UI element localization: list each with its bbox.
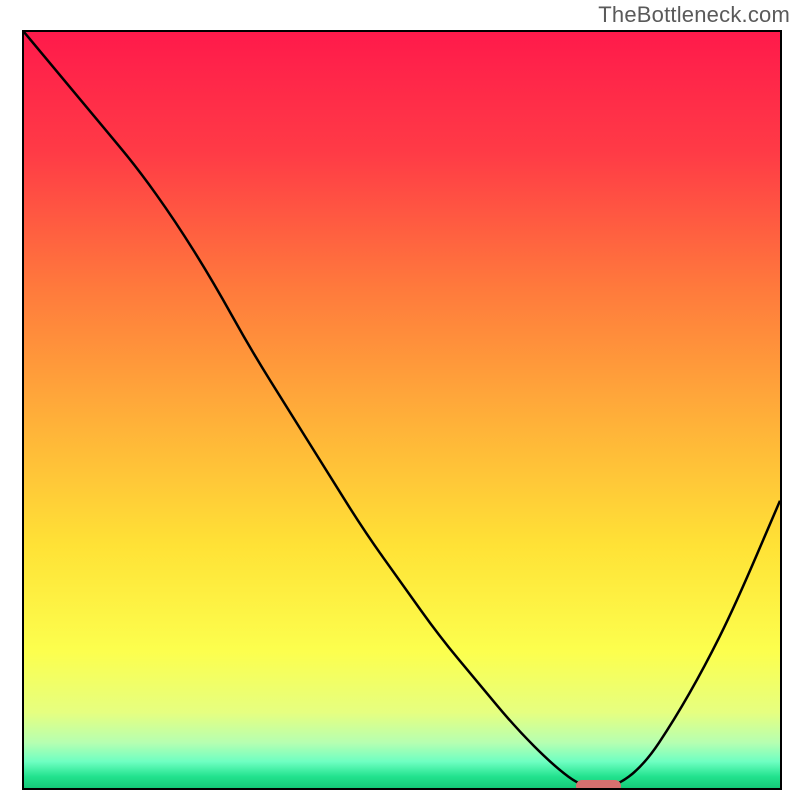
optimum-marker (576, 780, 621, 790)
plot-area (22, 30, 782, 790)
chart-container: TheBottleneck.com (0, 0, 800, 800)
attribution-text: TheBottleneck.com (598, 2, 790, 28)
bottleneck-curve (24, 32, 780, 788)
